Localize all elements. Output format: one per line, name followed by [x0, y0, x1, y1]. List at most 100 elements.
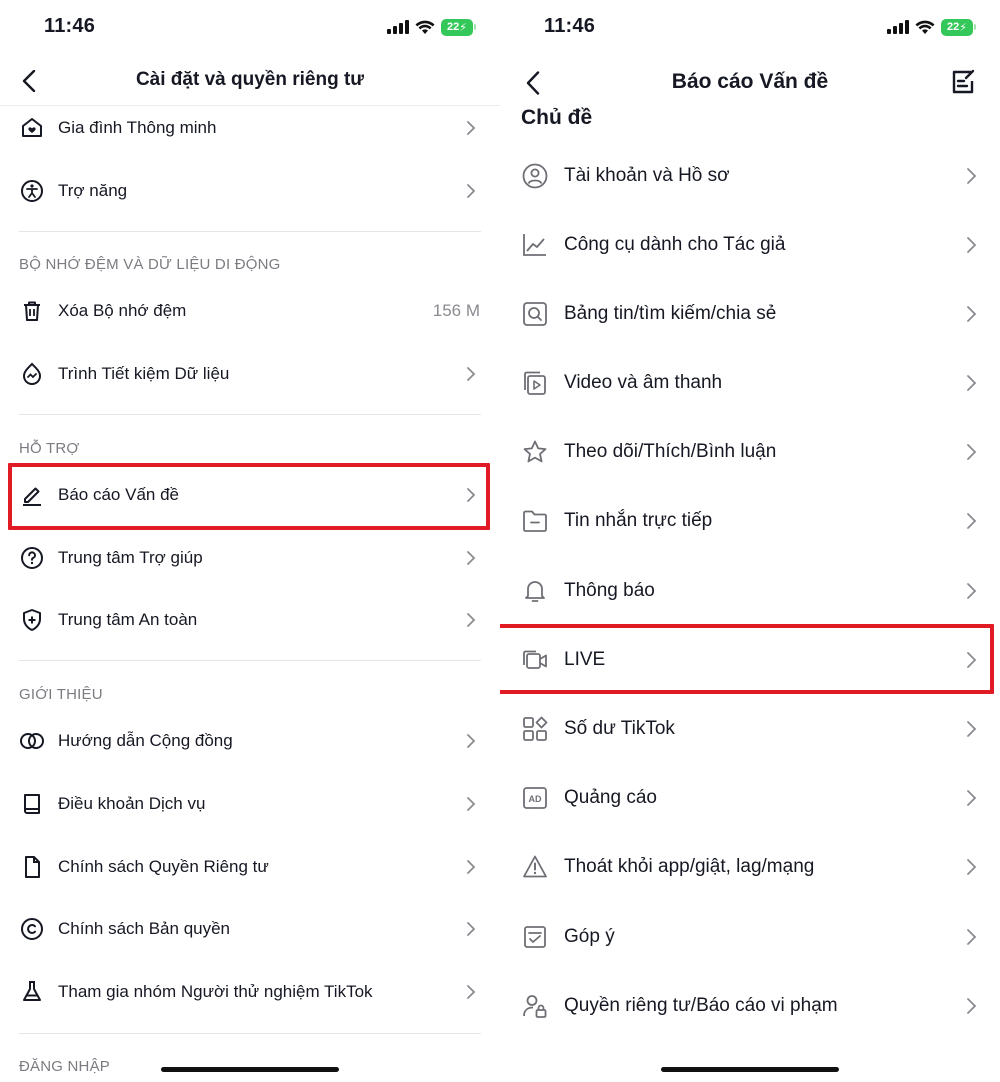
- chevron-right-icon: [466, 611, 478, 629]
- trash-icon: [19, 298, 45, 324]
- topic-creator-tools[interactable]: Công cụ dành cho Tác giả: [500, 210, 1000, 279]
- battery-indicator: 22 ⚡: [441, 18, 473, 36]
- page-title: Báo cáo Vấn đề: [671, 70, 829, 93]
- feedback-icon: [521, 923, 549, 951]
- settings-item-smart-family[interactable]: Gia đình Thông minh: [0, 97, 500, 159]
- pencil-icon: [19, 482, 45, 508]
- book-icon: [19, 791, 45, 817]
- chevron-right-icon: [966, 927, 978, 947]
- section-header-about: GIỚI THIỆU: [19, 686, 103, 703]
- chevron-right-icon: [466, 486, 478, 504]
- settings-item-community-guidelines[interactable]: Hướng dẫn Cộng đồng: [0, 710, 500, 772]
- home-indicator[interactable]: [161, 1067, 339, 1072]
- settings-item-tester-program[interactable]: Tham gia nhóm Người thử nghiệm TikTok: [0, 961, 500, 1023]
- chevron-right-icon: [466, 365, 478, 383]
- warning-icon: [521, 853, 549, 881]
- flask-icon: [19, 979, 45, 1005]
- settings-item-terms[interactable]: Điều khoản Dịch vụ: [0, 773, 500, 835]
- settings-item-accessibility[interactable]: Trợ năng: [0, 160, 500, 222]
- chevron-right-icon: [966, 650, 978, 670]
- ad-icon: AD: [521, 784, 549, 812]
- settings-item-report-problem[interactable]: Báo cáo Vấn đề: [0, 464, 500, 526]
- settings-item-copyright-policy[interactable]: Chính sách Bản quyền: [0, 898, 500, 960]
- battery-indicator: 22 ⚡: [941, 18, 973, 36]
- home-heart-icon: [19, 115, 45, 141]
- chevron-right-icon: [466, 549, 478, 567]
- chevron-right-icon: [966, 511, 978, 531]
- chevron-right-icon: [466, 983, 478, 1001]
- topic-notifications[interactable]: Thông báo: [500, 556, 1000, 625]
- report-problem-screen: 11:46 22 ⚡ Báo cáo Vấn đề Chủ đề Tài khoả…: [500, 0, 1000, 1082]
- video-stack-icon: [521, 369, 549, 397]
- topic-feedback[interactable]: Góp ý: [500, 902, 1000, 971]
- section-header-cache: BỘ NHỚ ĐỆM VÀ DỮ LIỆU DI ĐỘNG: [19, 256, 281, 273]
- topic-feed-search-share[interactable]: Bảng tin/tìm kiếm/chia sẻ: [500, 279, 1000, 348]
- accessibility-icon: [19, 178, 45, 204]
- home-indicator[interactable]: [661, 1067, 839, 1072]
- help-circle-icon: [19, 545, 45, 571]
- search-box-icon: [521, 300, 549, 328]
- settings-item-data-saver[interactable]: Trình Tiết kiệm Dữ liệu: [0, 343, 500, 405]
- settings-item-help-center[interactable]: Trung tâm Trợ giúp: [0, 527, 500, 589]
- chevron-right-icon: [966, 304, 978, 324]
- svg-text:AD: AD: [529, 794, 542, 804]
- section-header-login: ĐĂNG NHẬP: [19, 1058, 110, 1075]
- chevron-right-icon: [966, 788, 978, 808]
- topic-tiktok-balance[interactable]: Số dư TikTok: [500, 694, 1000, 763]
- widgets-icon: [521, 715, 549, 743]
- bell-icon: [521, 577, 549, 605]
- topic-live[interactable]: LIVE: [500, 625, 1000, 694]
- settings-item-privacy-policy[interactable]: Chính sách Quyền Riêng tư: [0, 836, 500, 898]
- status-bar: 11:46 22 ⚡: [500, 0, 1000, 56]
- document-icon: [19, 854, 45, 880]
- chevron-right-icon: [466, 795, 478, 813]
- status-time: 11:46: [544, 15, 596, 37]
- chevron-right-icon: [966, 442, 978, 462]
- settings-item-safety-center[interactable]: Trung tâm An toàn: [0, 589, 500, 651]
- chevron-right-icon: [966, 857, 978, 877]
- line-chart-icon: [521, 231, 549, 259]
- topic-app-crash-lag[interactable]: Thoát khỏi app/giật, lag/mạng: [500, 832, 1000, 901]
- topic-direct-messages[interactable]: Tin nhắn trực tiếp: [500, 486, 1000, 555]
- live-camera-icon: [521, 646, 549, 674]
- chevron-right-icon: [466, 858, 478, 876]
- chevron-right-icon: [966, 581, 978, 601]
- settings-screen: 11:46 22 ⚡ Cài đặt và quyền riêng tư Gia …: [0, 0, 500, 1082]
- topic-privacy-report[interactable]: Quyền riêng tư/Báo cáo vi phạm: [500, 971, 1000, 1040]
- user-lock-icon: [521, 992, 549, 1020]
- feedback-history-button[interactable]: [950, 68, 978, 96]
- copyright-icon: [19, 916, 45, 942]
- signal-icon: [387, 20, 409, 34]
- status-time: 11:46: [44, 15, 96, 37]
- topic-ads[interactable]: AD Quảng cáo: [500, 763, 1000, 832]
- chevron-right-icon: [466, 920, 478, 938]
- chevron-right-icon: [966, 235, 978, 255]
- chevron-right-icon: [966, 166, 978, 186]
- chevron-right-icon: [466, 182, 478, 200]
- user-circle-icon: [521, 162, 549, 190]
- wifi-icon: [915, 20, 935, 34]
- rings-icon: [19, 728, 45, 754]
- chevron-right-icon: [466, 732, 478, 750]
- topic-account-profile[interactable]: Tài khoản và Hồ sơ: [500, 141, 1000, 210]
- section-header-support: HỖ TRỢ: [19, 440, 80, 457]
- chevron-right-icon: [966, 373, 978, 393]
- status-bar: 11:46 22 ⚡: [0, 0, 500, 56]
- data-saver-icon: [19, 361, 45, 387]
- topic-follow-like-comment[interactable]: Theo dõi/Thích/Bình luận: [500, 417, 1000, 486]
- chevron-right-icon: [466, 119, 478, 137]
- star-icon: [521, 438, 549, 466]
- chevron-right-icon: [966, 996, 978, 1016]
- signal-icon: [887, 20, 909, 34]
- wifi-icon: [415, 20, 435, 34]
- folder-icon: [521, 507, 549, 535]
- nav-bar: Báo cáo Vấn đề: [500, 56, 1000, 106]
- settings-item-clear-cache[interactable]: Xóa Bộ nhớ đệm 156 M: [0, 280, 500, 342]
- topic-heading: Chủ đề: [521, 106, 593, 129]
- chevron-right-icon: [966, 719, 978, 739]
- cache-size: 156 M: [432, 301, 480, 320]
- topic-video-audio[interactable]: Video và âm thanh: [500, 348, 1000, 417]
- page-title: Cài đặt và quyền riêng tư: [135, 69, 365, 90]
- edit-list-icon: [952, 69, 975, 94]
- shield-plus-icon: [19, 607, 45, 633]
